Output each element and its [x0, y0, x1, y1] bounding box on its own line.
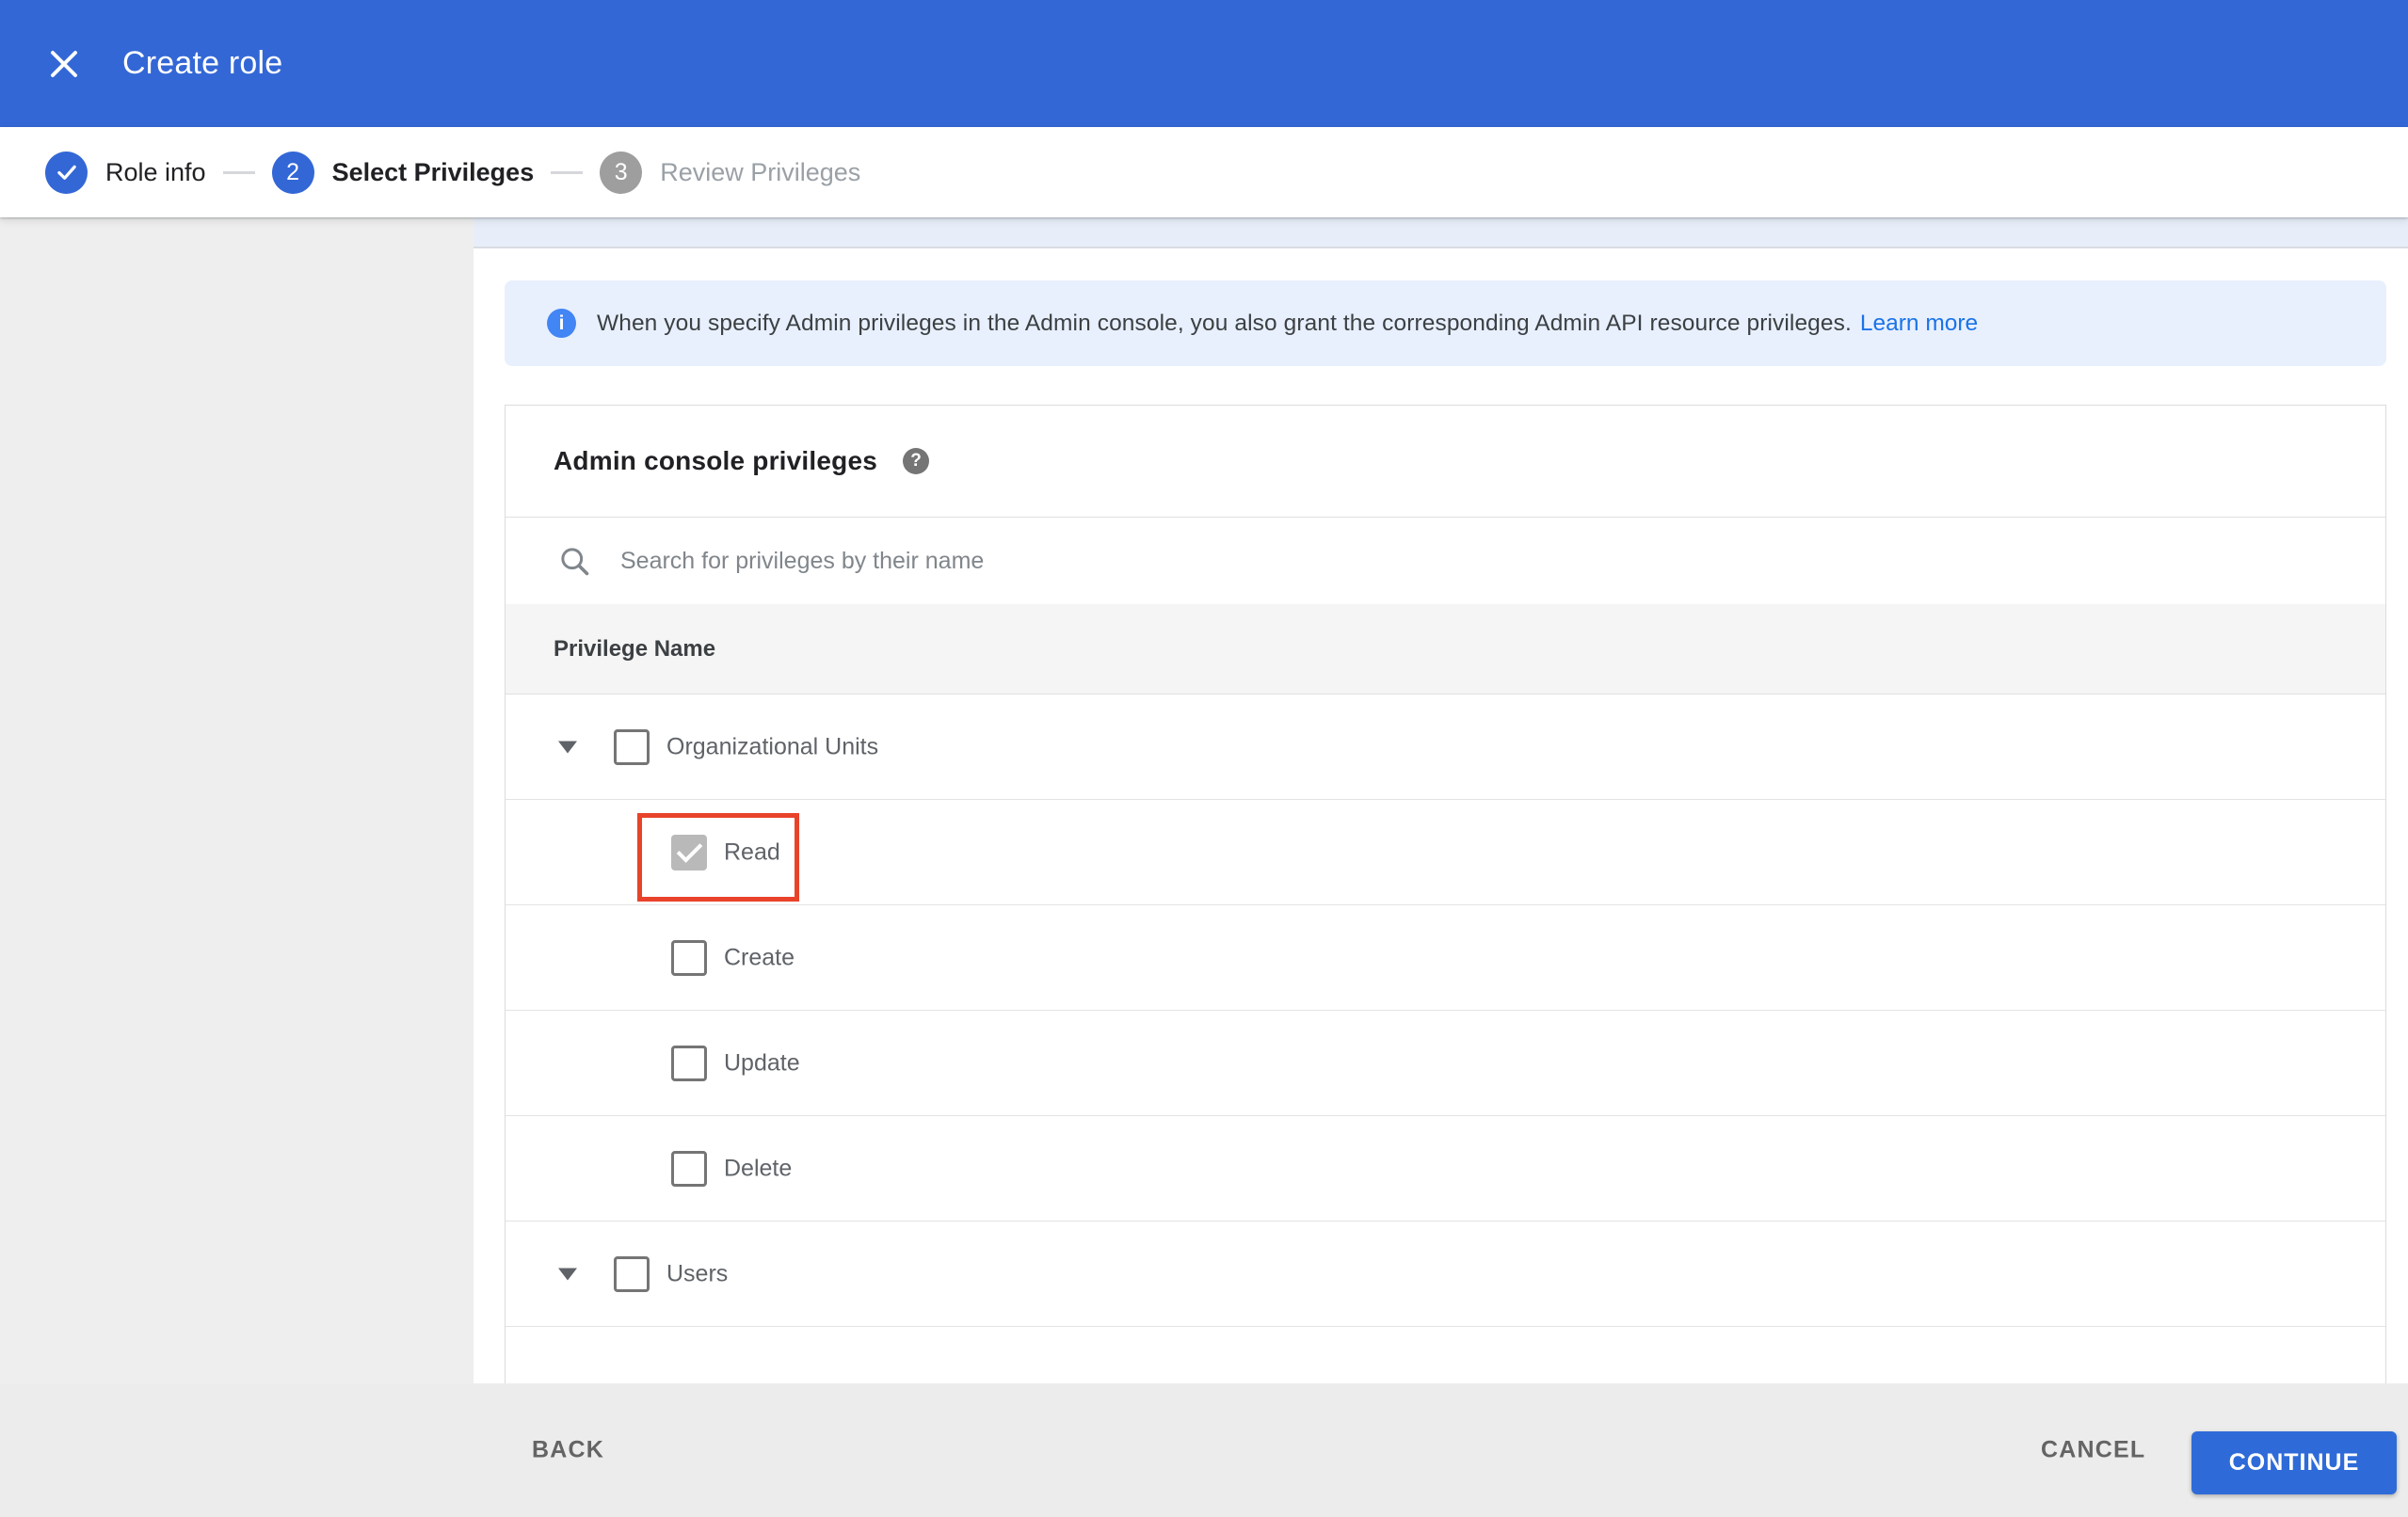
scrolled-element-edge	[474, 217, 2408, 248]
table-header-row: Privilege Name	[506, 604, 2385, 695]
privilege-search-row	[506, 518, 2385, 604]
privilege-label[interactable]: Update	[724, 1049, 800, 1077]
privilege-row-organizational-units: Organizational Units	[506, 695, 2385, 800]
step-connector	[551, 170, 584, 174]
step-label: Role info	[105, 157, 206, 186]
delete-checkbox[interactable]	[671, 1150, 707, 1187]
users-checkbox[interactable]	[614, 1255, 650, 1292]
main-pane: i When you specify Admin privileges in t…	[474, 217, 2408, 1487]
privilege-row-update: Update	[506, 1011, 2385, 1116]
create-checkbox[interactable]	[671, 939, 707, 976]
privilege-name-column-header: Privilege Name	[554, 635, 716, 662]
read-checkbox[interactable]	[671, 834, 707, 870]
panel-header: Admin console privileges ?	[506, 406, 2385, 518]
close-icon[interactable]	[26, 26, 102, 102]
step-number-badge: 3	[600, 151, 643, 194]
page-title: Create role	[122, 45, 283, 81]
info-icon: i	[547, 309, 576, 338]
step-review-privileges[interactable]: 3 Review Privileges	[600, 151, 861, 194]
learn-more-link[interactable]: Learn more	[1860, 311, 1978, 337]
left-rail	[0, 217, 474, 1383]
info-banner-text: When you specify Admin privileges in the…	[597, 310, 1852, 336]
privilege-label[interactable]: Organizational Units	[666, 733, 878, 760]
collapse-caret-icon[interactable]	[558, 1268, 577, 1280]
stepper: Role info 2 Select Privileges 3 Review P…	[0, 127, 2408, 217]
organizational-units-checkbox[interactable]	[614, 728, 650, 765]
privilege-row-users: Users	[506, 1222, 2385, 1327]
privilege-label[interactable]: Users	[666, 1260, 728, 1287]
update-checkbox[interactable]	[671, 1045, 707, 1081]
dialog-header: Create role	[0, 0, 2408, 127]
privilege-row-read: Read	[506, 800, 2385, 905]
privilege-row-create: Create	[506, 905, 2385, 1011]
step-connector	[222, 170, 255, 174]
privilege-label[interactable]: Read	[724, 838, 780, 866]
panel-title: Admin console privileges	[554, 446, 877, 475]
step-label: Select Privileges	[331, 157, 535, 186]
continue-button[interactable]: CONTINUE	[2191, 1431, 2397, 1494]
search-input[interactable]	[620, 547, 2032, 575]
step-select-privileges[interactable]: 2 Select Privileges	[271, 151, 535, 194]
step-label: Review Privileges	[660, 157, 861, 186]
footer-bar: BACK CANCEL CONTINUE	[0, 1383, 2408, 1517]
privilege-label[interactable]: Create	[724, 944, 795, 971]
search-icon	[561, 548, 589, 576]
privilege-label[interactable]: Delete	[724, 1155, 792, 1182]
step-role-info[interactable]: Role info	[45, 151, 206, 194]
step-complete-check-icon	[45, 151, 88, 194]
help-icon[interactable]: ?	[903, 448, 929, 474]
collapse-caret-icon[interactable]	[558, 741, 577, 753]
cancel-button[interactable]: CANCEL	[2041, 1437, 2145, 1464]
content-area: i When you specify Admin privileges in t…	[0, 217, 2408, 1487]
privilege-row-delete: Delete	[506, 1116, 2385, 1222]
back-button[interactable]: BACK	[532, 1437, 604, 1464]
info-banner: i When you specify Admin privileges in t…	[505, 280, 2386, 366]
admin-console-privileges-panel: Admin console privileges ? Privilege Nam…	[505, 405, 2386, 1487]
step-number-badge: 2	[271, 151, 314, 194]
